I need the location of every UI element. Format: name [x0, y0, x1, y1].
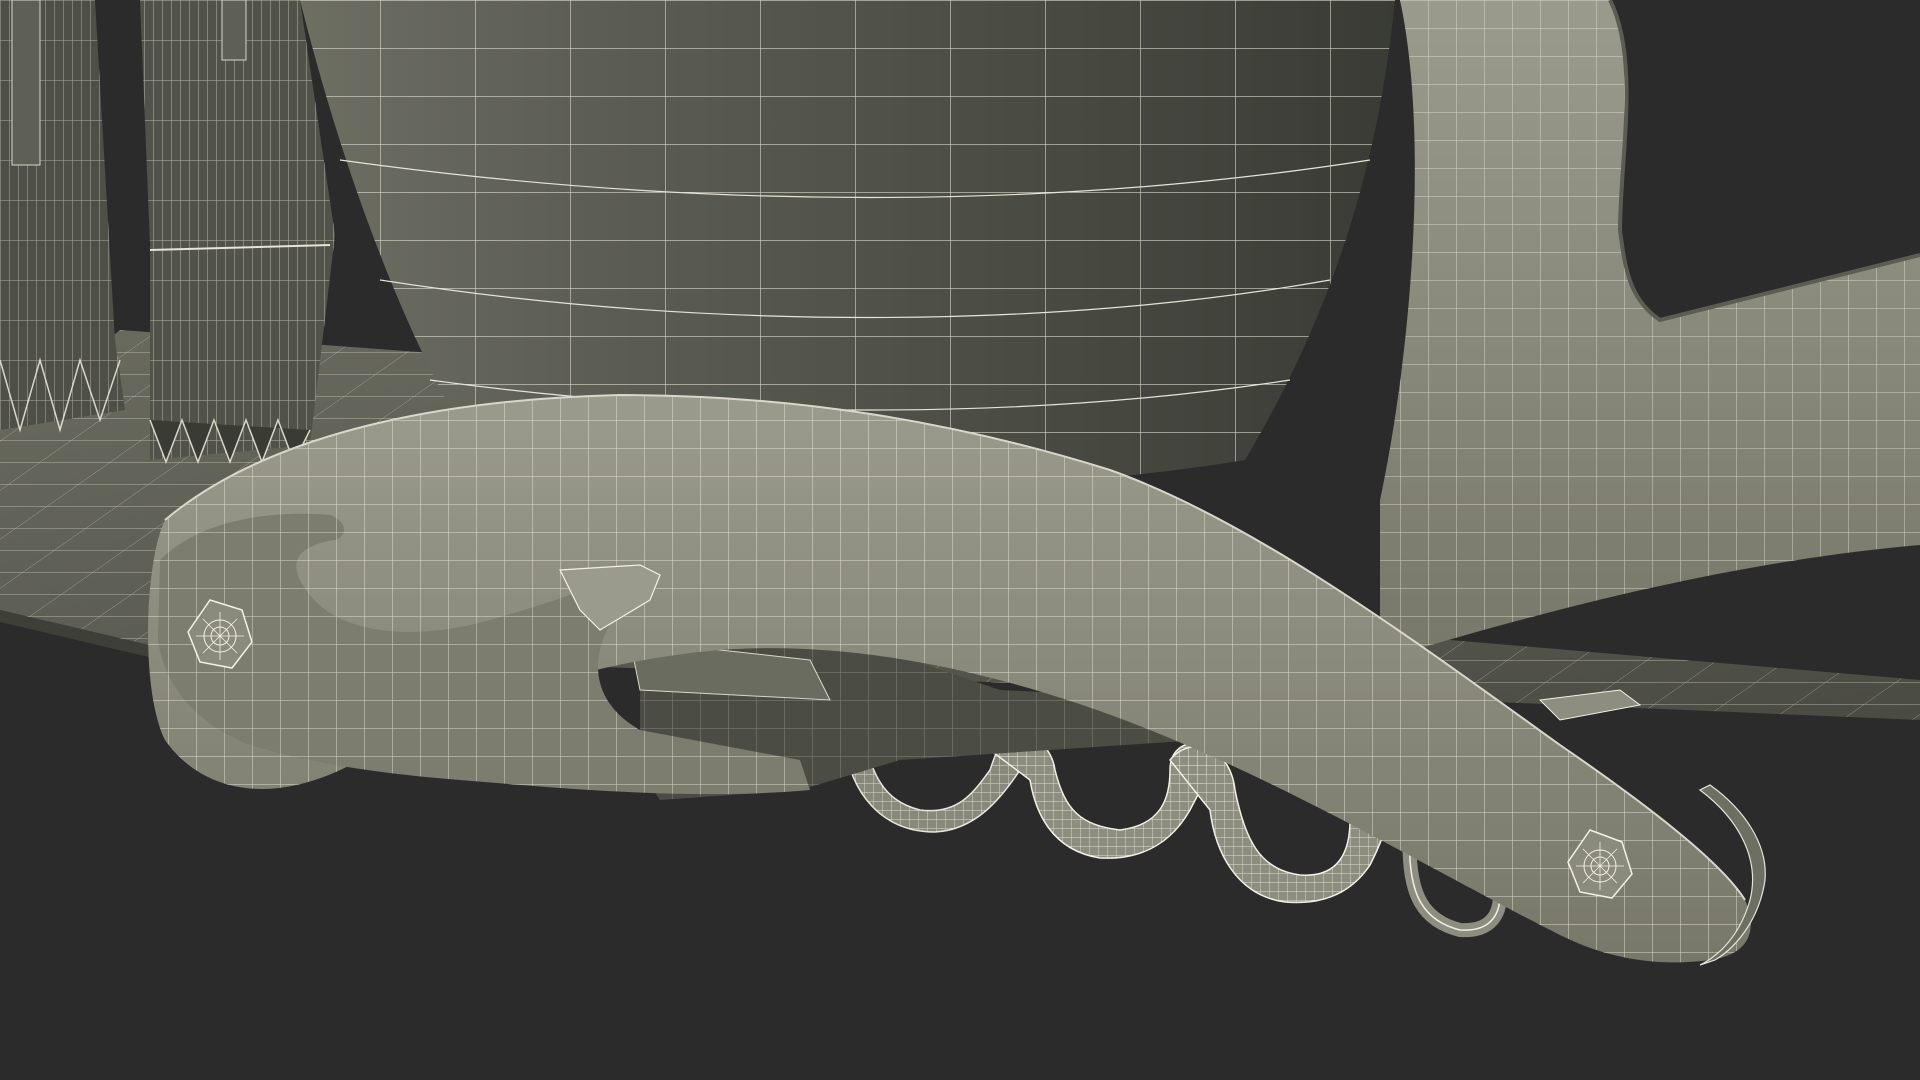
fork-right [140, 0, 335, 465]
render-viewport [0, 0, 1920, 1080]
wireframe-render [0, 0, 1920, 966]
fork-left [0, 0, 125, 433]
cup-handle [1380, 0, 1920, 660]
